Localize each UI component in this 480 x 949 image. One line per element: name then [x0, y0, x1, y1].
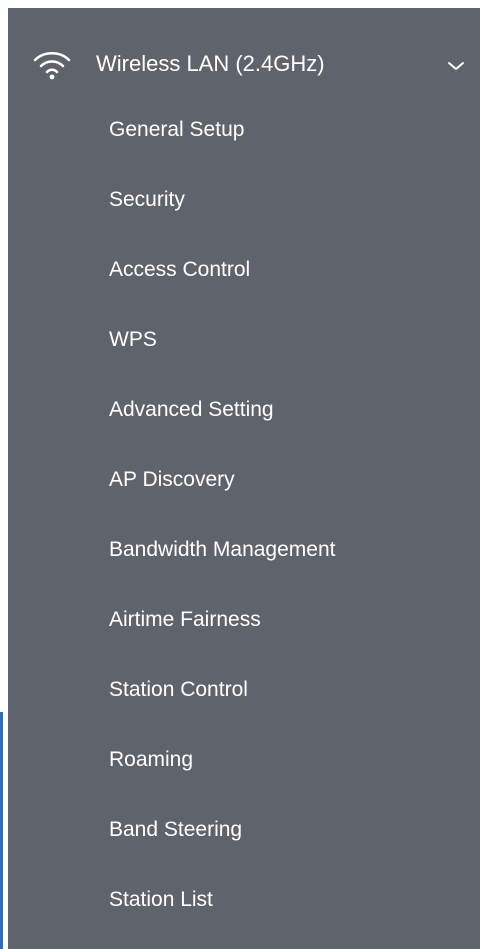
sidebar-menu: Wireless LAN (2.4GHz) General Setup Secu… [8, 0, 480, 949]
sidebar-item-ap-discovery[interactable]: AP Discovery [8, 450, 480, 510]
sidebar-item-access-control[interactable]: Access Control [8, 240, 480, 300]
sidebar-item-security[interactable]: Security [8, 170, 480, 230]
sidebar-item-advanced-setting[interactable]: Advanced Setting [8, 380, 480, 440]
sidebar-item-wps[interactable]: WPS [8, 310, 480, 370]
edge-accent-line [0, 712, 3, 949]
wifi-icon [33, 51, 71, 80]
sidebar-item-label: General Setup [109, 118, 245, 141]
sidebar-item-band-steering[interactable]: Band Steering [8, 800, 480, 860]
page-left-edge [0, 0, 8, 949]
sidebar-item-label: Bandwidth Management [109, 538, 336, 561]
sidebar-item-label: Station List [109, 888, 213, 911]
chevron-down-icon[interactable] [446, 58, 466, 74]
sidebar-item-bandwidth-management[interactable]: Bandwidth Management [8, 520, 480, 580]
sidebar-item-station-control[interactable]: Station Control [8, 660, 480, 720]
sidebar-item-label: Station Control [109, 678, 248, 701]
sidebar-item-airtime-fairness[interactable]: Airtime Fairness [8, 590, 480, 650]
sidebar-item-label: Advanced Setting [109, 398, 274, 421]
sidebar-item-label: Roaming [109, 748, 194, 771]
sidebar-item-station-list[interactable]: Station List [8, 870, 480, 930]
sidebar-item-general-setup[interactable]: General Setup [8, 100, 480, 160]
sidebar-item-label: Airtime Fairness [109, 608, 261, 631]
sidebar-top-divider [8, 0, 480, 8]
sidebar-item-roaming[interactable]: Roaming [8, 730, 480, 790]
sidebar-item-label: AP Discovery [109, 468, 235, 491]
sidebar-item-label: Access Control [109, 258, 251, 281]
wireless-lan-section-header[interactable]: Wireless LAN (2.4GHz) [8, 8, 480, 100]
sidebar-item-label: Band Steering [109, 818, 243, 841]
sidebar-item-label: WPS [109, 328, 157, 351]
section-title: Wireless LAN (2.4GHz) [96, 51, 325, 76]
sidebar-item-label: Security [109, 188, 185, 211]
page: Wireless LAN (2.4GHz) General Setup Secu… [0, 0, 480, 949]
